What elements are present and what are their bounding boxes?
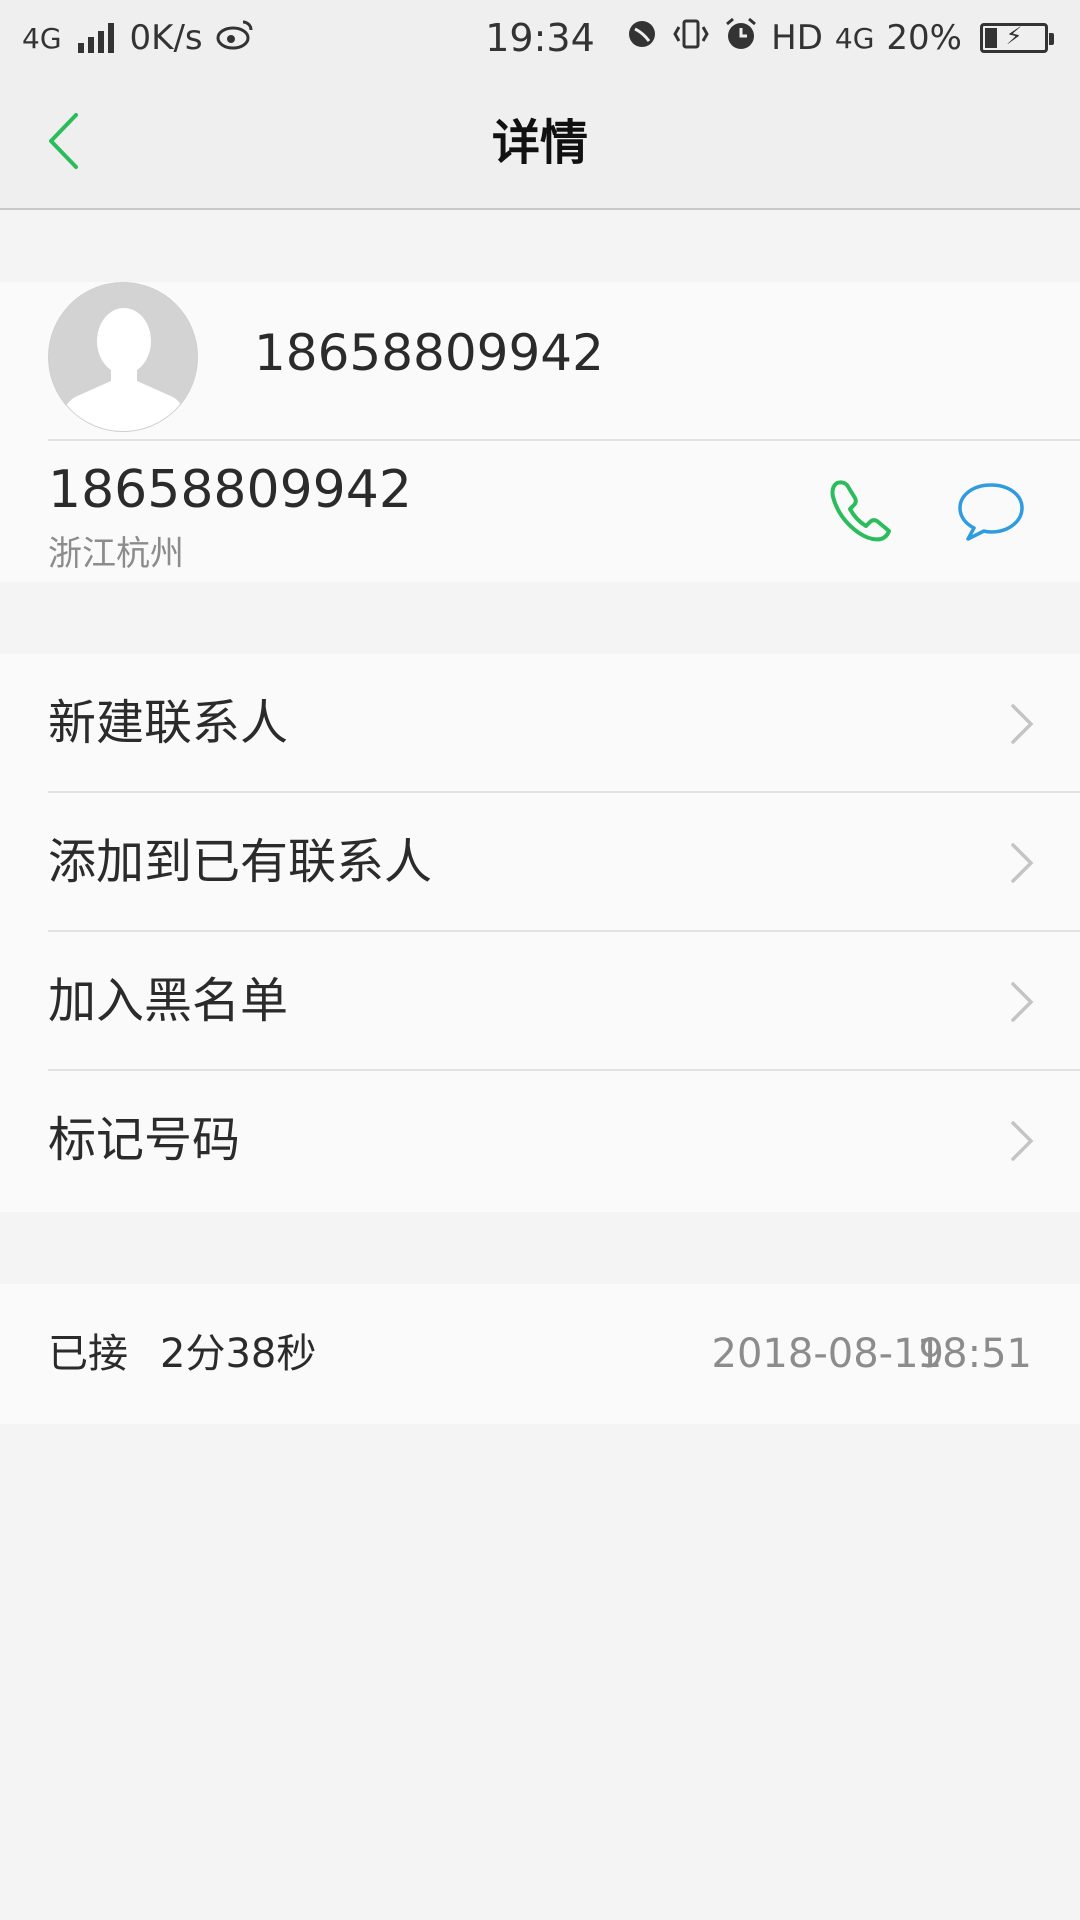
call-time: 18:51 xyxy=(916,1331,1032,1377)
action-mark-number[interactable]: 标记号码 xyxy=(0,1071,1080,1210)
call-duration: 2分38秒 xyxy=(160,1331,317,1377)
title-bar: 详情 xyxy=(0,76,1080,210)
status-right: HD 4G 20% ⚡ xyxy=(625,0,1060,76)
phone-number[interactable]: 18658809942 xyxy=(48,460,412,520)
back-arrow-icon xyxy=(49,113,78,169)
page-title: 详情 xyxy=(491,115,588,171)
divider xyxy=(48,439,1080,441)
message-button[interactable] xyxy=(950,472,1032,552)
network-type-right: 4G xyxy=(834,21,875,55)
call-button[interactable] xyxy=(820,472,900,552)
contact-name: 18658809942 xyxy=(254,324,604,382)
battery-percent: 20% xyxy=(886,18,962,58)
call-log-entry: 已接 2分38秒 2018-08-19 18:51 xyxy=(0,1284,1080,1424)
message-bubble-icon xyxy=(958,483,1024,541)
action-label: 标记号码 xyxy=(48,1112,241,1168)
chevron-right-icon xyxy=(1011,843,1034,883)
default-avatar-icon xyxy=(49,283,197,431)
alarm-icon xyxy=(723,16,759,61)
action-add-to-blacklist[interactable]: 加入黑名单 xyxy=(0,932,1080,1071)
call-status: 已接 xyxy=(48,1331,128,1377)
action-label: 新建联系人 xyxy=(48,695,289,751)
vibrate-icon xyxy=(671,17,711,60)
action-label: 加入黑名单 xyxy=(48,973,289,1029)
contact-card: 18658809942 18658809942 浙江杭州 xyxy=(0,282,1080,582)
chevron-right-icon xyxy=(1011,1121,1034,1161)
avatar xyxy=(48,282,198,432)
action-label: 添加到已有联系人 xyxy=(48,834,433,890)
action-add-to-existing-contact[interactable]: 添加到已有联系人 xyxy=(0,793,1080,932)
nfc-icon xyxy=(625,17,659,60)
action-new-contact[interactable]: 新建联系人 xyxy=(0,654,1080,793)
phone-location: 浙江杭州 xyxy=(48,534,184,574)
chevron-right-icon xyxy=(1011,982,1034,1022)
battery-icon: ⚡ xyxy=(980,22,1054,53)
actions-card: 新建联系人 添加到已有联系人 加入黑名单 标记号码 xyxy=(0,654,1080,1212)
call-date: 2018-08-19 xyxy=(711,1331,944,1377)
status-bar: 4G 0K/s 19:34 HD 4G 20% ⚡ xyxy=(0,0,1080,76)
hd-label: HD xyxy=(771,18,823,58)
back-button[interactable] xyxy=(46,106,106,176)
chevron-right-icon xyxy=(1011,704,1034,744)
phone-icon xyxy=(830,480,891,542)
